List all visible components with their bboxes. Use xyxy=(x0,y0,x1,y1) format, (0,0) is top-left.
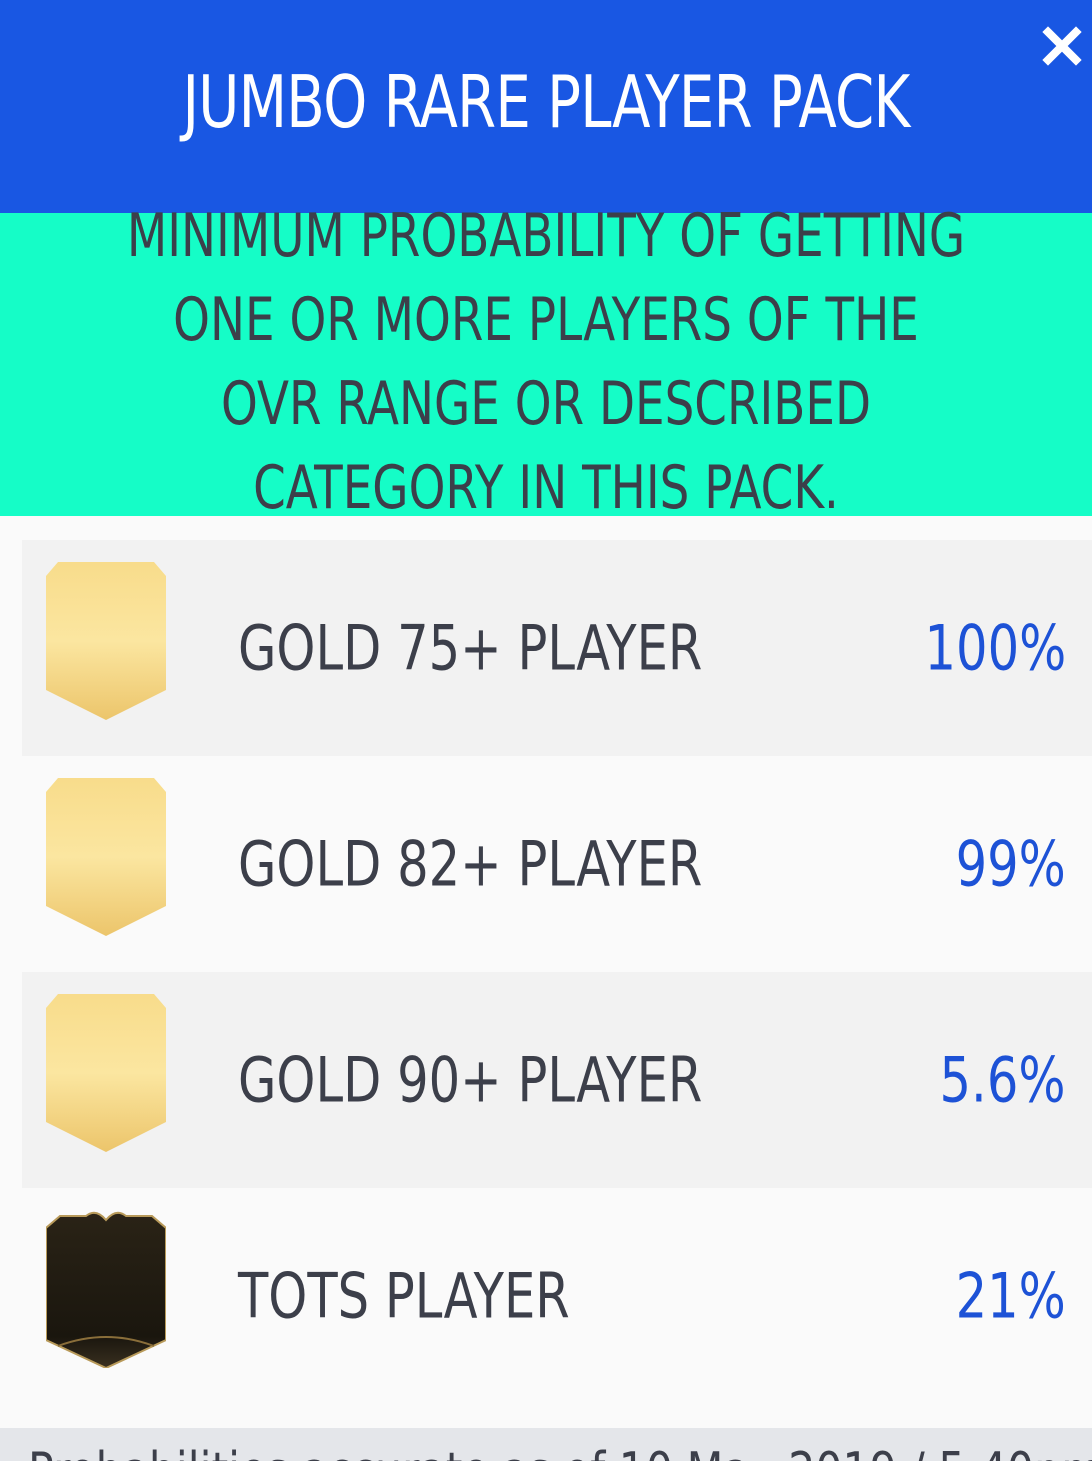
list-item: GOLD 90+ PLAYER 5.6% xyxy=(22,972,1092,1188)
row-label: GOLD 90+ PLAYER xyxy=(238,1043,703,1117)
row-label: GOLD 75+ PLAYER xyxy=(238,611,703,685)
probability-list: GOLD 75+ PLAYER 100% GOLD 82+ PLAYER 99% xyxy=(0,516,1092,1428)
probability-notice: MINIMUM PROBABILITY OF GETTING ONE OR MO… xyxy=(0,201,1092,523)
gold-card-icon xyxy=(46,562,166,720)
gold-card-icon xyxy=(46,778,166,936)
row-value: 21% xyxy=(955,1259,1066,1333)
list-item: GOLD 75+ PLAYER 100% xyxy=(22,540,1092,756)
row-value: 100% xyxy=(924,611,1066,685)
list-item: TOTS PLAYER 21% xyxy=(22,1188,1092,1404)
gold-card-icon xyxy=(46,994,166,1152)
row-value: 5.6% xyxy=(939,1043,1066,1117)
row-value: 99% xyxy=(955,827,1066,901)
notice-text: MINIMUM PROBABILITY OF GETTING ONE OR MO… xyxy=(126,200,966,523)
tots-card-icon xyxy=(46,1211,166,1368)
modal-header: JUMBO RARE PLAYER PACK xyxy=(0,0,1092,213)
footer-disclaimer: Probabilities accurate as of 10 May 2019… xyxy=(0,1428,1092,1461)
close-icon xyxy=(1042,26,1082,66)
list-item: GOLD 82+ PLAYER 99% xyxy=(22,756,1092,972)
pack-title: JUMBO RARE PLAYER PACK xyxy=(182,59,910,144)
footer-text: Probabilities accurate as of 10 May 2019… xyxy=(28,1442,1092,1461)
row-label: GOLD 82+ PLAYER xyxy=(238,827,703,901)
close-button[interactable] xyxy=(1038,22,1086,70)
row-label: TOTS PLAYER xyxy=(238,1259,570,1333)
